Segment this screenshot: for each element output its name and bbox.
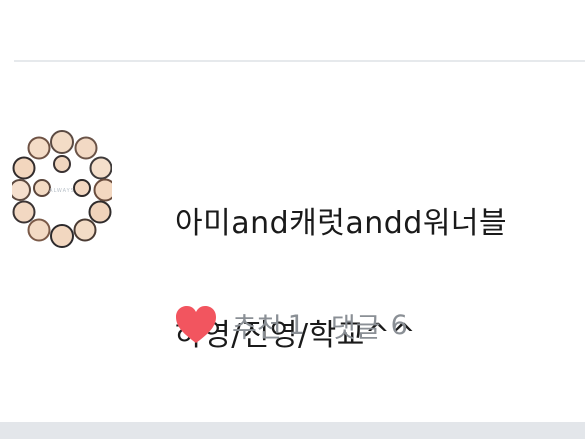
recommend-count: 1 [287, 309, 305, 341]
post-title-line-1: 아미and캐럿andd워너블 [175, 206, 508, 241]
thumbnail-caption: ALWAYS [49, 188, 75, 194]
character-circle-image: ALWAYS [12, 130, 112, 248]
bottom-divider [0, 422, 585, 439]
post-title[interactable]: 아미and캐럿andd워너블 하영/진영/학교^^ [175, 140, 575, 420]
post-meta: 추천 1 댓글 6 [174, 303, 408, 347]
comment-label: 댓글 [330, 312, 381, 344]
comment-count: 6 [390, 309, 408, 341]
recommend-label: 추천 [232, 312, 282, 344]
post-thumbnail[interactable]: ALWAYS [12, 128, 112, 250]
heart-icon [174, 305, 218, 345]
